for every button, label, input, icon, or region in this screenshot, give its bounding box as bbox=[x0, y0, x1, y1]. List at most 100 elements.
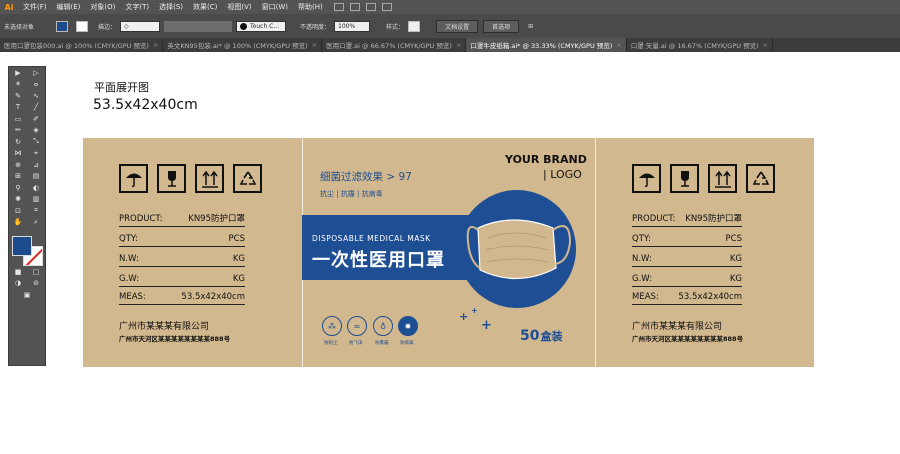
meas-label: MEAS: bbox=[632, 292, 659, 302]
product-value: KN95防护口罩 bbox=[188, 214, 245, 224]
tools-panel: ▶ ▷ ✶ ⴰ ✎ ∿ T ╱ ▭ ✐ ✏ ◈ ↻ ⤡ ⋈ ⌖ ⊕ ⊿ ⊞ ▤ ⚲ ◐ ✺ ▥ ⊡ ⌗ ✋… bbox=[8, 66, 46, 366]
close-icon[interactable]: × bbox=[616, 41, 621, 49]
menu-effect[interactable]: 效果(C) bbox=[188, 2, 222, 12]
share-icon[interactable] bbox=[381, 3, 392, 11]
brand-logo-text: | LOGO bbox=[543, 168, 582, 181]
nw-value: KG bbox=[232, 254, 245, 264]
feature-label: 防飞沫 bbox=[349, 341, 363, 346]
close-icon[interactable]: × bbox=[312, 41, 317, 49]
feature-label: 防粉尘 bbox=[324, 341, 338, 346]
filter-efficiency: 细菌过滤效果 > 97 bbox=[320, 171, 412, 183]
close-icon[interactable]: × bbox=[456, 41, 461, 49]
gw-row: G.W: KG bbox=[632, 274, 742, 287]
document-setup-button[interactable]: 文档设置 bbox=[436, 19, 479, 33]
color-mode-icon[interactable]: ■ bbox=[11, 268, 25, 276]
arrange-icon[interactable]: ⊞ bbox=[524, 23, 537, 30]
menu-view[interactable]: 视图(V) bbox=[222, 2, 256, 12]
tab-doc-1[interactable]: 医用口罩包装000.ai @ 100% (CMYK/GPU 预览) × bbox=[0, 38, 164, 52]
shaper-tool-icon[interactable]: ✏ bbox=[11, 126, 25, 134]
sparkle-icon: + bbox=[471, 306, 478, 315]
magic-wand-tool-icon[interactable]: ✶ bbox=[11, 80, 25, 88]
bridge-icon[interactable] bbox=[349, 3, 360, 11]
dust-proof-icon: ⁂ bbox=[322, 316, 342, 336]
draw-mode-icon[interactable]: ◑ bbox=[11, 279, 25, 287]
gradient-tool-icon[interactable]: ▤ bbox=[29, 172, 43, 180]
direct-selection-tool-icon[interactable]: ▷ bbox=[29, 69, 43, 77]
menu-type[interactable]: 文字(T) bbox=[120, 2, 154, 12]
gw-row: G.W: KG bbox=[119, 274, 245, 287]
menu-edit[interactable]: 编辑(E) bbox=[52, 2, 86, 12]
feature-label: 防雾霾 bbox=[375, 341, 389, 346]
selection-tool-icon[interactable]: ▶ bbox=[11, 69, 25, 77]
stroke-weight-field[interactable]: ◇ bbox=[120, 20, 161, 32]
eraser-tool-icon[interactable]: ◈ bbox=[29, 126, 43, 134]
gw-label: G.W: bbox=[119, 274, 140, 284]
opacity-field[interactable]: 100% bbox=[334, 20, 371, 32]
fill-swatch[interactable] bbox=[56, 20, 69, 32]
paintbrush-tool-icon[interactable]: ✐ bbox=[29, 115, 43, 123]
menu-select[interactable]: 选择(S) bbox=[154, 2, 188, 12]
menu-help[interactable]: 帮助(H) bbox=[293, 2, 328, 12]
shape-builder-tool-icon[interactable]: ⊕ bbox=[11, 161, 25, 169]
tab-doc-5[interactable]: 口罩 矢量.ai @ 16.67% (CMYK/GPU 预览) × bbox=[627, 38, 774, 52]
no-selection-label: 未选择对象 bbox=[4, 23, 35, 31]
pen-tool-icon[interactable]: ✎ bbox=[11, 92, 25, 100]
menu-object[interactable]: 对象(O) bbox=[85, 2, 120, 12]
lasso-tool-icon[interactable]: ⴰ bbox=[29, 80, 43, 88]
gw-value: KG bbox=[729, 274, 742, 284]
tab-doc-3[interactable]: 医用口罩.ai @ 66.67% (CMYK/GPU 预览) × bbox=[322, 38, 467, 52]
brush-dot-icon bbox=[240, 22, 248, 30]
menu-window[interactable]: 窗口(W) bbox=[257, 2, 293, 12]
hand-tool-icon[interactable]: ✋ bbox=[11, 218, 25, 226]
nw-row: N.W: KG bbox=[632, 254, 742, 267]
curvature-tool-icon[interactable]: ∿ bbox=[29, 92, 43, 100]
droplet-proof-icon: ≈ bbox=[347, 316, 367, 336]
menu-file[interactable]: 文件(F) bbox=[18, 2, 52, 12]
tab-doc-2[interactable]: 英文KN95包装.ai* @ 100% (CMYK/GPU 预览) × bbox=[163, 38, 323, 52]
zoom-tool-icon[interactable]: ⌕ bbox=[29, 218, 43, 227]
perspective-grid-tool-icon[interactable]: ⊿ bbox=[29, 161, 43, 169]
meas-row: MEAS: 53.5x42x40cm bbox=[632, 292, 742, 305]
stock-icon[interactable] bbox=[365, 3, 376, 11]
width-tool-icon[interactable]: ⋈ bbox=[11, 149, 25, 157]
screen-mode-icon[interactable]: ▣ bbox=[20, 291, 34, 299]
qty-label: QTY: bbox=[632, 234, 651, 244]
artboard-tool-icon[interactable]: ⊡ bbox=[11, 207, 25, 215]
product-value: KN95防护口罩 bbox=[685, 214, 742, 224]
tab-doc-4[interactable]: 口罩牛皮纸箱.ai* @ 33.33% (CMYK/GPU 预览) × bbox=[466, 38, 627, 52]
nw-value: KG bbox=[729, 254, 742, 264]
none-mode-icon[interactable]: ⊘ bbox=[29, 279, 43, 287]
close-icon[interactable]: × bbox=[153, 41, 158, 49]
document-tabs: 医用口罩包装000.ai @ 100% (CMYK/GPU 预览) × 英文KN9… bbox=[0, 38, 900, 52]
scale-tool-icon[interactable]: ⤡ bbox=[29, 137, 43, 146]
opacity-label: 不透明度： bbox=[300, 23, 331, 31]
type-tool-icon[interactable]: T bbox=[11, 103, 25, 111]
product-label: PRODUCT: bbox=[119, 214, 163, 224]
rotate-tool-icon[interactable]: ↻ bbox=[11, 138, 25, 146]
gradient-mode-icon[interactable]: □ bbox=[29, 268, 43, 276]
box-dieline[interactable]: PRODUCT: KN95防护口罩 QTY: PCS N.W: KG G.W: KG M… bbox=[83, 138, 814, 367]
smog-proof-icon: ♁ bbox=[373, 316, 393, 336]
gw-value: KG bbox=[232, 274, 245, 284]
column-graph-tool-icon[interactable]: ▥ bbox=[29, 195, 43, 203]
product-row: PRODUCT: KN95防护口罩 bbox=[632, 214, 742, 227]
free-transform-tool-icon[interactable]: ⌖ bbox=[29, 149, 43, 158]
brush-definition-select[interactable]: Touch C... bbox=[236, 20, 287, 32]
slice-tool-icon[interactable]: ⌗ bbox=[29, 206, 43, 215]
symbol-sprayer-tool-icon[interactable]: ✺ bbox=[11, 195, 25, 203]
control-bar: 未选择对象 描边： ◇ Touch C... 不透明度： 100% 样式： 文档… bbox=[0, 14, 900, 38]
fill-color-swatch[interactable] bbox=[12, 236, 32, 256]
recycle-icon bbox=[746, 164, 775, 193]
variable-width-profile[interactable] bbox=[164, 20, 233, 32]
mesh-tool-icon[interactable]: ⊞ bbox=[11, 172, 25, 180]
workspace-icon[interactable] bbox=[333, 3, 344, 11]
line-tool-icon[interactable]: ╱ bbox=[29, 103, 43, 111]
graphic-style-swatch[interactable] bbox=[408, 20, 421, 32]
eyedropper-tool-icon[interactable]: ⚲ bbox=[11, 184, 25, 192]
box-unit: 盒装 bbox=[540, 330, 563, 343]
preferences-button[interactable]: 首选项 bbox=[483, 19, 520, 33]
stroke-swatch[interactable] bbox=[76, 20, 89, 32]
close-icon[interactable]: × bbox=[763, 41, 768, 49]
blend-tool-icon[interactable]: ◐ bbox=[29, 184, 43, 192]
rectangle-tool-icon[interactable]: ▭ bbox=[11, 115, 25, 123]
